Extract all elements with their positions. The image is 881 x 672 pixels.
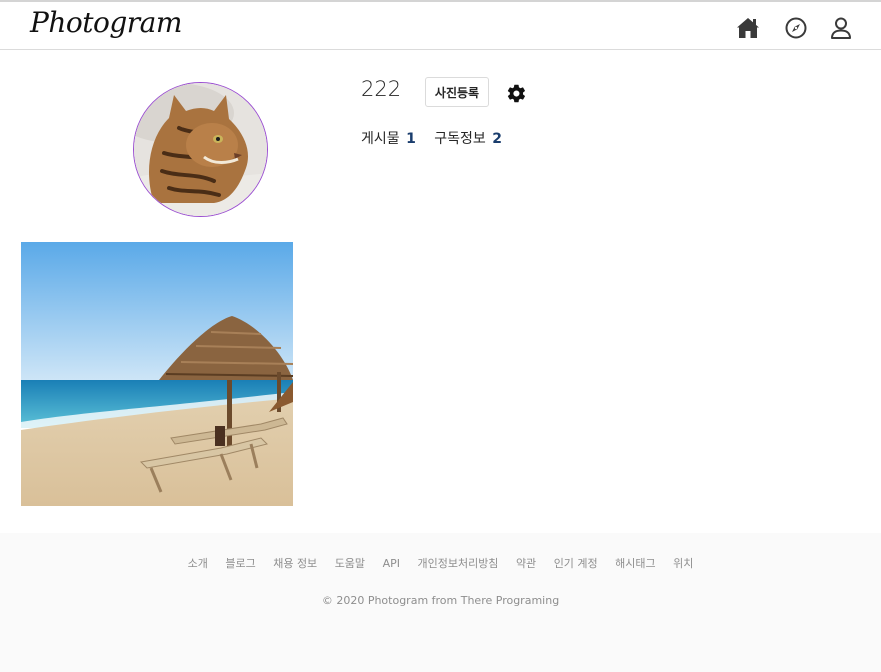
footer-link-help[interactable]: 도움말 — [335, 557, 365, 570]
footer-links: 소개 블로그 채용 정보 도움말 API 개인정보처리방침 약관 인기 계정 해… — [0, 555, 881, 571]
footer-link-api[interactable]: API — [383, 557, 400, 570]
footer-link-locations[interactable]: 위치 — [673, 557, 693, 570]
footer-link-jobs[interactable]: 채용 정보 — [273, 557, 317, 570]
user-icon[interactable] — [828, 15, 854, 41]
subscribe-label: 구독정보 — [434, 131, 486, 147]
footer-link-privacy[interactable]: 개인정보처리방침 — [417, 557, 498, 570]
gear-icon[interactable] — [506, 83, 527, 104]
posts-stat: 게시물 1 — [361, 128, 416, 148]
profile-username: 222 — [361, 77, 402, 101]
footer-link-popular-accounts[interactable]: 인기 계정 — [554, 557, 598, 570]
footer-copyright: © 2020 Photogram from There Programing — [321, 594, 560, 607]
footer-link-hashtags[interactable]: 해시태그 — [615, 557, 655, 570]
profile-avatar[interactable] — [133, 82, 268, 217]
posts-count: 1 — [406, 131, 416, 147]
subscribe-info-link[interactable]: 구독정보 2 — [434, 128, 502, 148]
footer-link-blog[interactable]: 블로그 — [225, 557, 255, 570]
upload-photo-button[interactable]: 사진등록 — [425, 77, 489, 107]
post-thumbnail[interactable] — [21, 242, 293, 506]
page-footer: 소개 블로그 채용 정보 도움말 API 개인정보처리방침 약관 인기 계정 해… — [0, 533, 881, 672]
profile-stats: 게시물 1 구독정보 2 — [361, 128, 516, 148]
home-icon[interactable] — [735, 15, 761, 41]
subscribe-count: 2 — [492, 131, 503, 147]
footer-link-about[interactable]: 소개 — [188, 557, 208, 570]
footer-link-terms[interactable]: 약관 — [516, 557, 536, 570]
compass-icon[interactable] — [783, 15, 809, 41]
posts-label: 게시물 — [361, 131, 400, 147]
app-logo[interactable]: Photogram — [30, 6, 182, 39]
top-navbar: Photogram — [0, 2, 881, 50]
